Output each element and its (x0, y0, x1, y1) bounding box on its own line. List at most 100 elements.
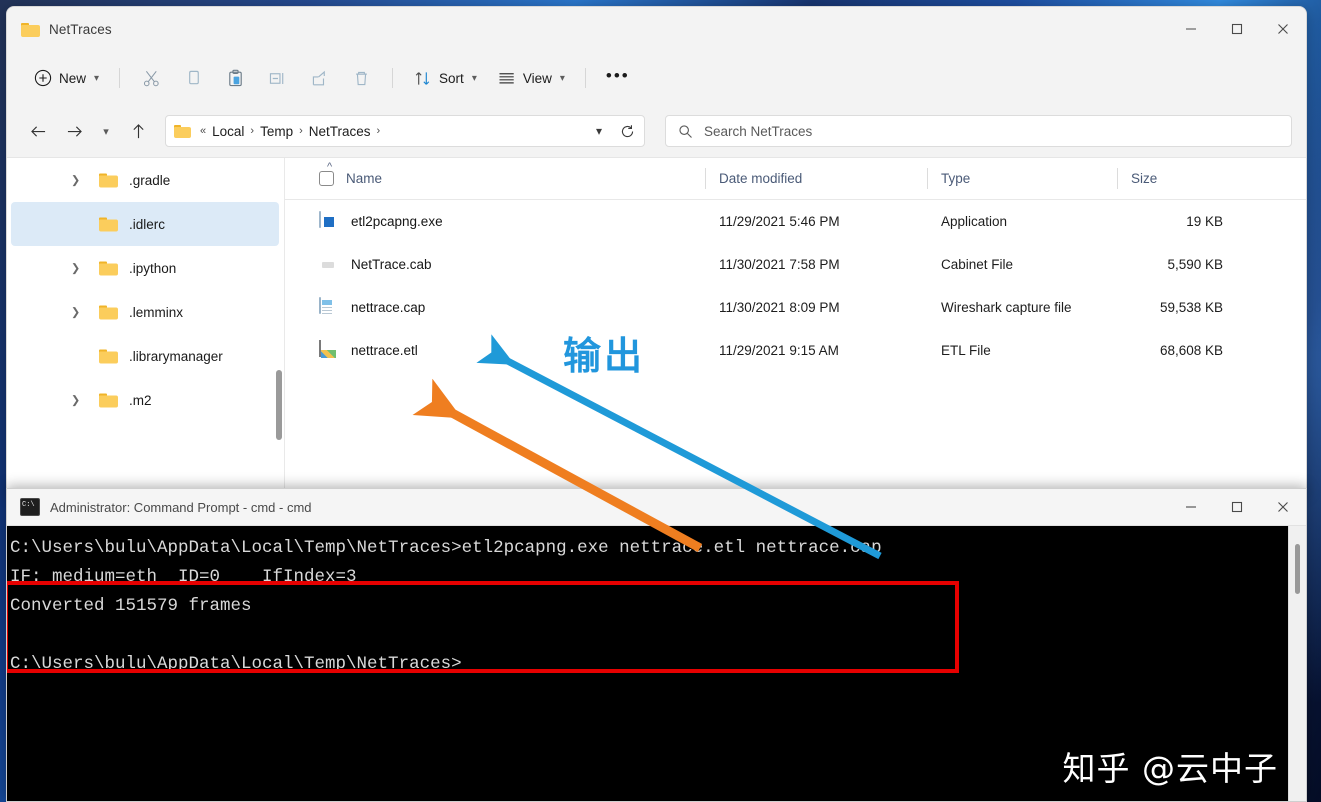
column-header-type[interactable]: Type (927, 158, 1117, 199)
sidebar-item-label: .m2 (129, 392, 152, 408)
chevron-down-icon: ▾ (471, 72, 477, 84)
recent-locations-button[interactable]: ▾ (93, 115, 119, 147)
rename-button[interactable] (257, 61, 297, 95)
address-bar-actions: ▾ (586, 118, 640, 144)
file-name-cell: nettrace.etl (285, 339, 705, 361)
sidebar-scrollbar-thumb[interactable] (276, 370, 282, 440)
forward-button[interactable] (57, 115, 91, 147)
back-arrow-icon (30, 125, 45, 137)
breadcrumb-separator: › (250, 125, 255, 137)
file-size-cell: 59,538 KB (1159, 300, 1223, 315)
search-placeholder: Search NetTraces (704, 123, 813, 139)
file-type-cell: ETL File (941, 343, 991, 358)
red-highlight-box (7, 581, 959, 673)
watermark-text: 知乎 @云中子 (1062, 749, 1278, 788)
copy-button[interactable] (173, 61, 213, 95)
search-input[interactable]: Search NetTraces (665, 115, 1292, 147)
sidebar-item-idlerc[interactable]: .idlerc (11, 202, 279, 246)
table-row[interactable]: nettrace.etl 11/29/2021 9:15 AM ETL File… (285, 329, 1306, 372)
paste-icon (228, 69, 242, 86)
address-dropdown-button[interactable]: ▾ (586, 118, 612, 144)
file-name-cell: etl2pcapng.exe (285, 210, 705, 232)
console-window-title: Administrator: Command Prompt - cmd - cm… (50, 499, 312, 515)
column-header-date-modified[interactable]: Date modified (705, 158, 927, 199)
view-list-icon (499, 72, 514, 83)
share-button[interactable] (299, 61, 339, 95)
file-type-cell: Wireshark capture file (941, 300, 1072, 315)
folder-icon (99, 393, 118, 408)
close-button[interactable] (1260, 7, 1306, 51)
cabinet-file-icon (319, 255, 339, 275)
back-button[interactable] (21, 115, 55, 147)
sidebar-item-librarymanager[interactable]: .librarymanager (11, 334, 279, 378)
console-minimize-button[interactable] (1168, 489, 1214, 525)
file-explorer-window: NetTraces New ▾ Sort ▾ View ▾ ••• ▾ « Lo… (6, 6, 1307, 493)
toolbar-divider-3 (584, 68, 586, 88)
sidebar-item-lemminx[interactable]: ❯ .lemminx (11, 290, 279, 334)
sidebar-item-ipython[interactable]: ❯ .ipython (11, 246, 279, 290)
file-name-label: nettrace.cap (351, 300, 426, 315)
explorer-navigation-bar: ▾ « Local › Temp › NetTraces › ▾ Search … (7, 105, 1306, 157)
column-header-size-label: Size (1131, 171, 1158, 186)
console-maximize-button[interactable] (1214, 489, 1260, 525)
console-scrollbar[interactable] (1288, 526, 1306, 801)
column-header-name[interactable]: Name ^ (285, 158, 705, 199)
more-options-button[interactable]: ••• (597, 61, 639, 95)
explorer-command-bar: New ▾ Sort ▾ View ▾ ••• (7, 51, 1306, 105)
sidebar-item-label: .lemminx (129, 304, 184, 320)
console-close-button[interactable] (1260, 489, 1306, 525)
delete-button[interactable] (341, 61, 381, 95)
chevron-down-icon: ▾ (94, 72, 100, 84)
chevron-right-icon[interactable]: ❯ (71, 174, 80, 187)
refresh-button[interactable] (614, 118, 640, 144)
breadcrumb-item-temp[interactable]: Temp (256, 122, 297, 141)
new-button[interactable]: New ▾ (25, 61, 108, 95)
chevron-right-icon[interactable]: ❯ (71, 394, 80, 407)
minimize-button[interactable] (1168, 7, 1214, 51)
sort-button-label: Sort (439, 70, 464, 86)
file-name-cell: NetTrace.cab (285, 255, 705, 275)
etl-file-icon (319, 339, 339, 361)
up-button[interactable] (121, 115, 155, 147)
paste-button[interactable] (215, 61, 255, 95)
console-output-area[interactable]: C:\Users\bulu\AppData\Local\Temp\NetTrac… (7, 526, 1306, 801)
capture-file-icon (319, 296, 339, 318)
explorer-content: ❯ .gradle .idlerc ❯ .ipython ❯ .lemminx … (7, 157, 1306, 493)
folder-icon (99, 173, 118, 188)
table-row[interactable]: etl2pcapng.exe 11/29/2021 5:46 PM Applic… (285, 200, 1306, 243)
console-window-controls (1168, 489, 1306, 525)
column-header-name-label: Name (346, 171, 383, 186)
file-list-header: Name ^ Date modified Type Size (285, 158, 1306, 200)
folder-icon (99, 349, 118, 364)
folder-icon (99, 305, 118, 320)
column-header-size[interactable]: Size (1117, 158, 1247, 199)
breadcrumb-item-local[interactable]: Local (208, 122, 248, 141)
toolbar-divider-2 (392, 68, 394, 88)
chevron-right-icon[interactable]: ❯ (71, 306, 80, 319)
command-prompt-icon (20, 498, 40, 516)
sort-icon (415, 71, 430, 85)
table-row[interactable]: nettrace.cap 11/30/2021 8:09 PM Wireshar… (285, 286, 1306, 329)
table-row[interactable]: NetTrace.cab 11/30/2021 7:58 PM Cabinet … (285, 243, 1306, 286)
file-size-cell: 68,608 KB (1159, 343, 1223, 358)
console-line: C:\Users\bulu\AppData\Local\Temp\NetTrac… (10, 538, 882, 558)
console-scrollbar-thumb[interactable] (1295, 544, 1300, 594)
view-button[interactable]: View ▾ (488, 61, 574, 95)
file-type-cell: Application (941, 214, 1008, 229)
cut-button[interactable] (131, 61, 171, 95)
overflow-dots-icon: ••• (605, 66, 630, 85)
maximize-button[interactable] (1214, 7, 1260, 51)
file-date-cell: 11/29/2021 5:46 PM (719, 214, 840, 229)
file-name-label: NetTrace.cab (351, 257, 432, 272)
chevron-right-icon[interactable]: ❯ (71, 262, 80, 275)
breadcrumb-overflow[interactable]: « (200, 125, 206, 137)
explorer-title-bar: NetTraces (7, 7, 1306, 51)
sort-button[interactable]: Sort ▾ (404, 61, 486, 95)
address-bar[interactable]: « Local › Temp › NetTraces › ▾ (165, 115, 645, 147)
folder-icon (174, 124, 191, 138)
breadcrumb-item-nettraces[interactable]: NetTraces (305, 122, 375, 141)
sidebar-item-m2[interactable]: ❯ .m2 (11, 378, 279, 422)
sidebar-item-gradle[interactable]: ❯ .gradle (11, 158, 279, 202)
select-all-checkbox[interactable] (319, 171, 334, 186)
copy-icon (188, 70, 199, 84)
